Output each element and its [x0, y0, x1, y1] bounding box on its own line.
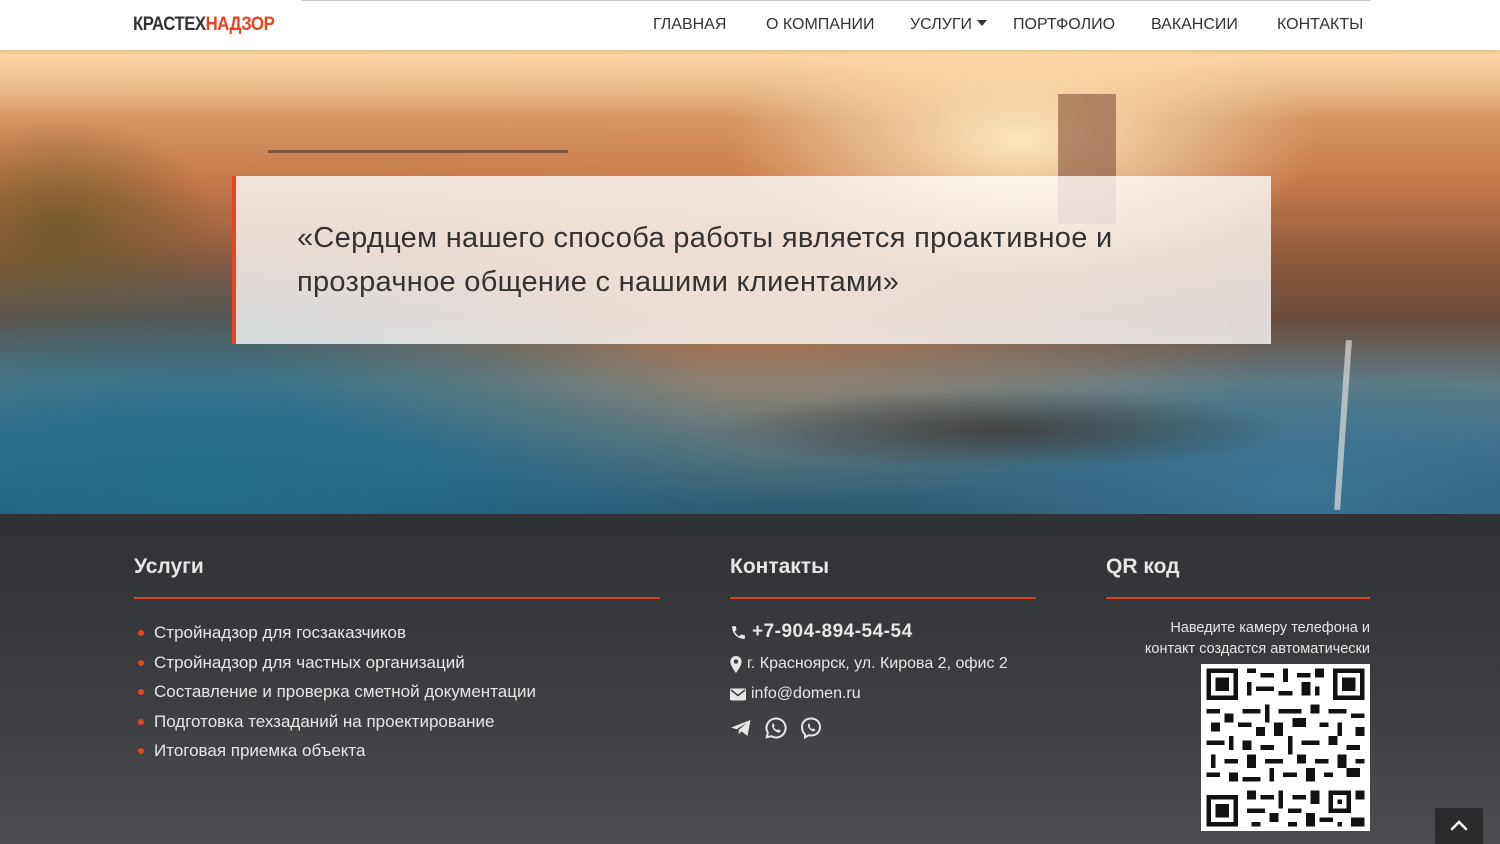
phone-number: +7-904-894-54-54 [752, 621, 913, 642]
services-list: Стройнадзор для госзаказчиков Стройнадзо… [137, 618, 536, 766]
header-top-line [302, 0, 1370, 1]
address-text: г. Красноярск, ул. Кирова 2, офис 2 [747, 655, 1008, 672]
telegram-icon[interactable] [729, 716, 753, 740]
services-divider [134, 597, 660, 599]
logo-text-accent: НАДЗОР [205, 14, 275, 35]
phone-icon [732, 625, 745, 639]
chevron-down-icon [977, 20, 988, 26]
service-link[interactable]: Стройнадзор для госзаказчиков [137, 618, 536, 648]
qr-caption-line: Наведите камеру телефона и [1170, 620, 1370, 636]
site-logo[interactable]: КРАСТЕХНАДЗОР [133, 14, 275, 36]
qr-divider [1106, 597, 1370, 599]
email-link[interactable]: info@domen.ru [730, 685, 861, 703]
email-text: info@domen.ru [751, 685, 861, 702]
qr-caption-line: контакт создастся автоматически [1144, 641, 1370, 657]
nav-home[interactable]: ГЛАВНАЯ [653, 16, 726, 34]
map-pin-icon [730, 655, 742, 673]
contacts-divider [730, 597, 1036, 599]
whatsapp-icon[interactable] [764, 716, 788, 740]
qr-code-image [1201, 664, 1370, 831]
nav-vacancies[interactable]: ВАКАНСИИ [1151, 16, 1238, 34]
nav-services[interactable]: УСЛУГИ [910, 16, 988, 34]
site-footer: Услуги Стройнадзор для госзаказчиков Стр… [0, 514, 1500, 844]
logo-text-dark: КРАСТЕХ [133, 14, 206, 35]
service-link[interactable]: Стройнадзор для частных организаций [137, 648, 536, 678]
contacts-title: Контакты [730, 555, 830, 578]
hero-quote: «Сердцем нашего способа работы является … [297, 222, 1113, 298]
service-link[interactable]: Составление и проверка сметной документа… [137, 677, 536, 707]
nav-about[interactable]: О КОМПАНИИ [766, 16, 875, 34]
qr-title: QR код [1106, 555, 1180, 578]
address-row: г. Красноярск, ул. Кирова 2, офис 2 [730, 655, 1008, 673]
social-links [729, 716, 823, 740]
viber-icon[interactable] [799, 716, 823, 740]
quote-box: «Сердцем нашего способа работы является … [232, 176, 1271, 344]
service-link[interactable]: Подготовка техзаданий на проектирование [137, 707, 536, 737]
site-header: КРАСТЕХНАДЗОР ГЛАВНАЯ О КОМПАНИИ УСЛУГИ … [0, 0, 1500, 50]
phone-link[interactable]: +7-904-894-54-54 [730, 621, 913, 643]
hero-embankment [600, 390, 1300, 480]
nav-portfolio[interactable]: ПОРТФОЛИО [1013, 16, 1115, 34]
services-title: Услуги [134, 555, 204, 578]
service-link[interactable]: Итоговая приемка объекта [137, 736, 536, 766]
nav-services-label: УСЛУГИ [910, 16, 973, 33]
qr-caption: Наведите камеру телефона и контакт созда… [1106, 618, 1370, 660]
chevron-up-icon [1450, 820, 1468, 831]
hero-sky [0, 50, 1500, 120]
hero-bridge [268, 150, 568, 153]
envelope-icon [730, 688, 746, 700]
nav-contacts[interactable]: КОНТАКТЫ [1277, 16, 1363, 34]
hero-banner: «Сердцем нашего способа работы является … [0, 50, 1500, 514]
scroll-to-top-button[interactable] [1435, 808, 1483, 844]
